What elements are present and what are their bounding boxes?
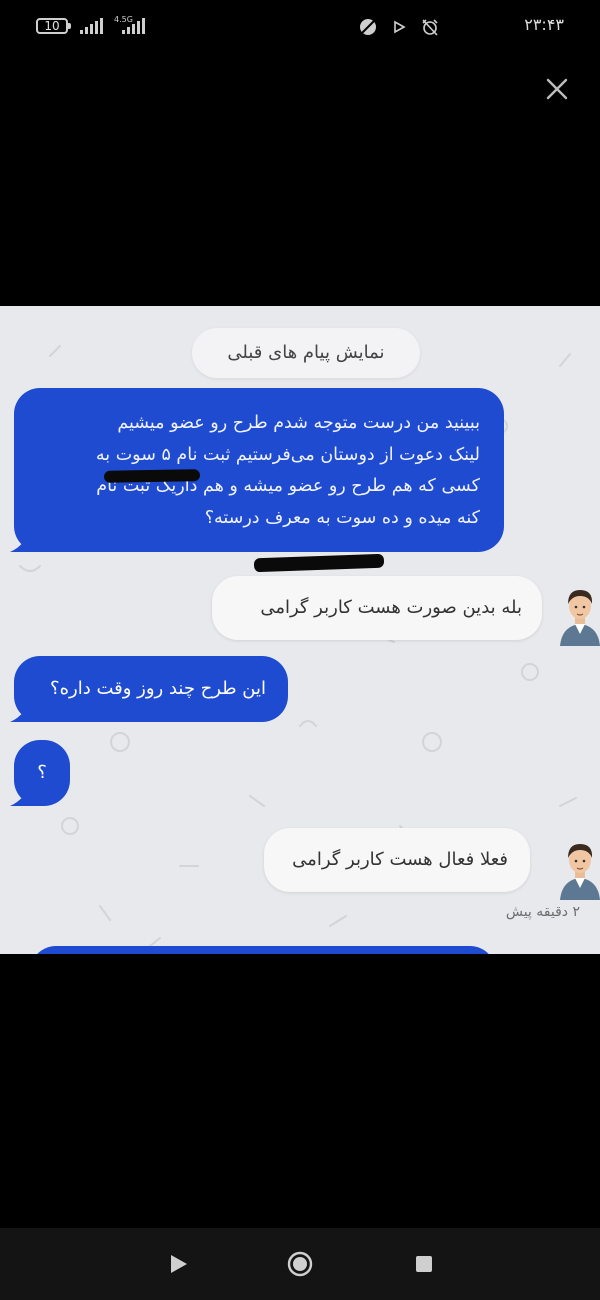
- load-previous-messages-button[interactable]: نمایش پیام های قبلی: [192, 328, 420, 378]
- nav-home-button[interactable]: [286, 1250, 314, 1278]
- support-agent-avatar: [560, 844, 600, 900]
- message-text: ببینید من درست متوجه شدم طرح رو عضو میشی…: [95, 413, 480, 528]
- status-bar: 10 4.5G ۲۳:۴۳: [0, 0, 600, 52]
- close-button[interactable]: [544, 76, 570, 102]
- nav-home-icon: [287, 1251, 313, 1277]
- message-text: ؟: [37, 762, 47, 783]
- navigation-bar: [0, 1228, 600, 1300]
- battery-level: 10: [44, 19, 60, 33]
- message-text: بله بدین صورت هست کاربر گرامی: [260, 597, 522, 618]
- battery-icon: 10: [36, 18, 71, 34]
- message-timestamp: ۲ دقیقه پیش: [505, 904, 580, 920]
- signal-icon: [80, 18, 103, 34]
- nav-recents-icon: [416, 1256, 432, 1272]
- nav-recents-button[interactable]: [410, 1250, 438, 1278]
- message-bubble-outgoing-partial: [30, 946, 496, 954]
- message-bubble-outgoing: ؟: [10, 740, 70, 806]
- signal-icon-2: [122, 18, 145, 34]
- close-icon: [546, 78, 568, 100]
- nav-back-button[interactable]: [164, 1250, 192, 1278]
- clock: ۲۳:۴۳: [524, 15, 564, 34]
- message-bubble-incoming: فعلا فعال هست کاربر گرامی: [264, 828, 530, 892]
- data-saver-icon: [360, 19, 376, 35]
- chat-screenshot: نمایش پیام های قبلی ببینید من درست متوجه…: [0, 306, 600, 954]
- play-store-icon: [394, 20, 406, 34]
- support-agent-avatar: [560, 590, 600, 646]
- redaction-mark: [103, 469, 201, 483]
- message-bubble-outgoing: ببینید من درست متوجه شدم طرح رو عضو میشی…: [10, 388, 504, 552]
- alarm-off-icon: [422, 19, 438, 36]
- nav-back-icon: [171, 1255, 187, 1273]
- message-bubble-incoming: بله بدین صورت هست کاربر گرامی: [212, 576, 542, 640]
- status-icons: [358, 17, 440, 37]
- message-bubble-outgoing: این طرح چند روز وقت داره؟: [10, 656, 288, 722]
- message-text: فعلا فعال هست کاربر گرامی: [292, 849, 508, 870]
- message-text: این طرح چند روز وقت داره؟: [50, 678, 266, 699]
